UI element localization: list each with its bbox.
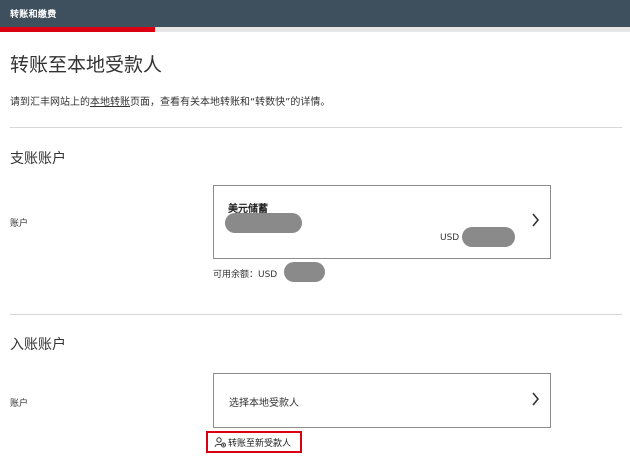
- chevron-right-icon: [531, 213, 540, 231]
- divider: [10, 127, 622, 128]
- from-section-title: 支账账户: [10, 151, 66, 167]
- from-account-selector[interactable]: 美元储蓄 USD: [213, 185, 551, 259]
- intro-text: 请到汇丰网站上的本地转账页面，查看有关本地转账和“转数快”的详情。: [10, 93, 330, 108]
- chevron-right-icon: [531, 392, 540, 410]
- available-balance: 可用余额：USD: [213, 267, 277, 280]
- payee-placeholder: 选择本地受款人: [229, 398, 299, 409]
- to-account-label: 账户: [10, 399, 29, 409]
- local-transfer-link[interactable]: 本地转账: [90, 97, 130, 108]
- to-section-title: 入账账户: [10, 337, 66, 353]
- masked-account-number: [225, 213, 302, 233]
- new-payee-button[interactable]: 转账至新受款人: [206, 431, 302, 453]
- top-bar: 转账和缴费: [0, 0, 630, 27]
- balance-currency: USD: [440, 233, 460, 243]
- available-balance-label: 可用余额：USD: [213, 270, 278, 280]
- masked-available-balance: [284, 262, 325, 282]
- add-person-icon: [214, 436, 226, 447]
- masked-balance: [462, 227, 515, 247]
- payee-selector[interactable]: 选择本地受款人: [213, 373, 551, 428]
- intro-text-after: 页面，查看有关本地转账和“转数快”的详情。: [130, 97, 331, 108]
- header-title: 转账和缴费: [10, 10, 57, 20]
- page-title: 转账至本地受款人: [10, 54, 163, 76]
- progress-strip-active: [0, 27, 155, 32]
- from-account-label: 账户: [10, 219, 29, 229]
- intro-text-before: 请到汇丰网站上的: [10, 97, 90, 108]
- divider: [10, 314, 622, 315]
- new-payee-label: 转账至新受款人: [228, 438, 292, 449]
